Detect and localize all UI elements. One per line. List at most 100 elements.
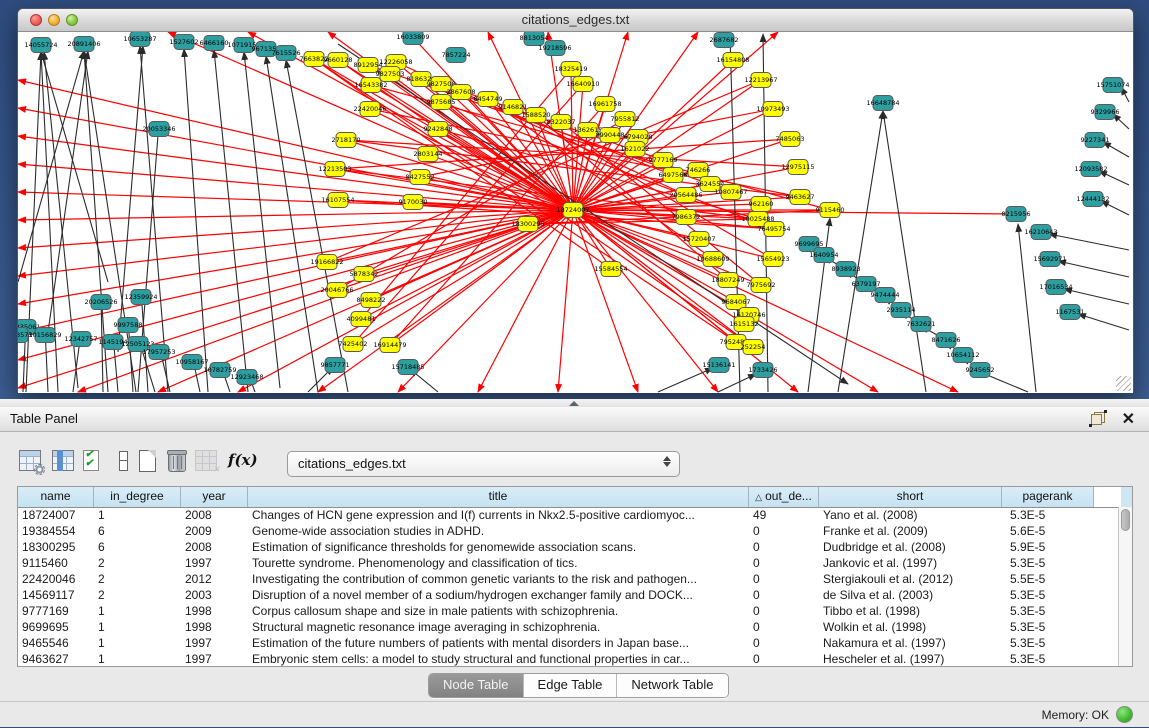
graph-node[interactable]: 7425402 — [339, 337, 368, 352]
graph-node[interactable]: 8498222 — [357, 293, 386, 308]
graph-node[interactable]: 14055724 — [24, 38, 57, 53]
graph-node[interactable]: 1733426 — [749, 363, 778, 378]
table-row[interactable]: 1872400712008Changes of HCN gene express… — [18, 507, 1119, 523]
graph-node[interactable]: 4099481 — [347, 312, 376, 327]
column-header-out_de[interactable]: △out_de... — [749, 487, 819, 507]
graph-node[interactable]: 6466160 — [200, 36, 229, 51]
graph-node[interactable]: 7975692 — [747, 278, 776, 293]
graph-node[interactable]: 2803144 — [414, 147, 443, 162]
graph-node[interactable]: 15751074 — [1096, 78, 1129, 93]
delete-table-button[interactable] — [195, 450, 217, 471]
table-row[interactable]: 2242004622012Investigating the contribut… — [18, 571, 1119, 587]
graph-node[interactable]: 9474444 — [871, 288, 900, 303]
graph-node[interactable]: 1621022 — [621, 142, 650, 157]
graph-node[interactable]: 8427552 — [406, 170, 435, 185]
graph-node[interactable]: 16154808 — [716, 53, 749, 68]
graph-node[interactable]: 15692971 — [1033, 252, 1066, 267]
graph-node[interactable]: 16107554 — [321, 193, 354, 208]
citation-network-graph[interactable]: 1405572420891406106532871527602646616010… — [18, 32, 1133, 393]
tab-node-table[interactable]: Node Table — [429, 674, 524, 697]
table-row[interactable]: 911546021997Tourette syndrome. Phenomeno… — [18, 555, 1119, 571]
tab-edge-table[interactable]: Edge Table — [524, 674, 618, 697]
table-row[interactable]: 1938455462009Genome-wide association stu… — [18, 523, 1119, 539]
graph-node[interactable]: 252254 — [741, 340, 766, 355]
graph-node[interactable]: 16961758 — [588, 97, 621, 112]
graph-node[interactable]: 9245652 — [966, 363, 995, 378]
graph-node[interactable]: 10653287 — [123, 32, 156, 47]
table-vertical-scrollbar[interactable] — [1118, 507, 1132, 666]
graph-node[interactable]: 16914479 — [373, 338, 406, 353]
graph-node[interactable]: 8215956 — [1002, 207, 1031, 222]
graph-node[interactable]: 10654112 — [946, 348, 979, 363]
graph-node[interactable]: 2687682 — [710, 33, 739, 48]
function-builder-button[interactable]: f(x) — [228, 451, 258, 469]
graph-node[interactable]: 2718170 — [332, 133, 361, 148]
column-header-title[interactable]: title — [248, 487, 749, 507]
column-header-short[interactable]: short — [819, 487, 1002, 507]
graph-node[interactable]: 16033809 — [396, 32, 429, 45]
network-canvas[interactable]: 1405572420891406106532871527602646616010… — [18, 32, 1133, 393]
table-mode-button[interactable] — [19, 450, 41, 471]
memory-ok-indicator[interactable] — [1116, 706, 1133, 723]
scrollbar-thumb[interactable] — [1121, 509, 1130, 531]
graph-node[interactable]: 7955812 — [611, 112, 640, 127]
graph-node[interactable]: 16648784 — [866, 96, 899, 111]
graph-node[interactable]: 8471626 — [932, 333, 961, 348]
delete-column-button[interactable] — [166, 450, 188, 471]
graph-node[interactable]: 20046766 — [320, 283, 353, 298]
column-header-in_degree[interactable]: in_degree — [94, 487, 181, 507]
graph-node[interactable]: 12975115 — [781, 160, 814, 175]
graph-node[interactable]: 8990448 — [596, 128, 625, 143]
table-row[interactable]: 946554611997Estimation of the future num… — [18, 635, 1119, 651]
show-column-button[interactable] — [52, 450, 74, 471]
graph-node[interactable]: 20206526 — [84, 295, 117, 310]
graph-node[interactable]: 12342757 — [64, 332, 97, 347]
graph-node[interactable]: 17016534 — [1039, 280, 1072, 295]
table-row[interactable]: 977716911998Corpus callosum shape and si… — [18, 603, 1119, 619]
select-all-button[interactable]: ✔✔ — [83, 450, 99, 471]
graph-node[interactable]: 7857224 — [442, 48, 471, 63]
graph-node[interactable]: 9660128 — [324, 53, 353, 68]
table-row[interactable]: 969969511998Structural magnetic resonanc… — [18, 619, 1119, 635]
column-header-year[interactable]: year — [181, 487, 248, 507]
graph-node[interactable]: 16210643 — [1024, 225, 1057, 240]
graph-node[interactable]: 10688609 — [696, 252, 729, 267]
graph-node[interactable]: 7615526 — [272, 46, 301, 61]
graph-node[interactable]: 746266 — [686, 163, 711, 178]
graph-node[interactable]: 9329966 — [1091, 105, 1120, 120]
graph-node[interactable]: 9857771 — [321, 358, 350, 373]
graph-node[interactable]: 8322037 — [547, 115, 576, 130]
graph-node[interactable]: 12093582 — [1074, 162, 1107, 177]
graph-node[interactable]: 9170030 — [399, 195, 428, 210]
graph-node[interactable]: 1167531 — [1056, 305, 1085, 320]
graph-node[interactable]: 12444132 — [1076, 192, 1109, 207]
table-select-dropdown[interactable]: citations_edges.txt — [287, 451, 680, 477]
graph-node[interactable]: 8938923 — [832, 262, 861, 277]
graph-node[interactable]: 9997588 — [114, 318, 143, 333]
graph-node[interactable]: 15654923 — [756, 252, 789, 267]
graph-node[interactable]: 9777169 — [649, 153, 678, 168]
graph-node[interactable]: 1615132 — [730, 317, 759, 332]
window-titlebar[interactable]: citations_edges.txt — [18, 9, 1133, 32]
table-row[interactable]: 1830029562008Estimation of significance … — [18, 539, 1119, 555]
graph-node[interactable]: 9463627 — [786, 190, 815, 205]
graph-node[interactable]: 1640954 — [810, 248, 839, 263]
close-panel-icon[interactable]: ✕ — [1122, 409, 1135, 429]
column-header-pagerank[interactable]: pagerank — [1002, 487, 1094, 507]
graph-node[interactable]: 18325419 — [554, 62, 587, 77]
graph-node[interactable]: 9115460 — [816, 203, 845, 218]
graph-node[interactable]: 962160 — [749, 197, 774, 212]
graph-node[interactable]: 9875685 — [427, 95, 456, 110]
float-panel-icon[interactable] — [1091, 412, 1105, 425]
column-header-name[interactable]: name — [18, 487, 94, 507]
graph-node[interactable]: 9242848 — [424, 122, 453, 137]
graph-node[interactable]: 7485063 — [776, 132, 805, 147]
graph-node[interactable]: 6497568 — [659, 168, 688, 183]
window-resize-grip[interactable] — [1116, 376, 1131, 391]
graph-node[interactable]: 15584554 — [594, 262, 627, 277]
graph-node[interactable]: 5878342 — [350, 267, 379, 282]
graph-node[interactable]: 2935114 — [887, 303, 916, 318]
graph-node[interactable]: 7986372 — [672, 210, 701, 225]
tab-network-table[interactable]: Network Table — [617, 674, 727, 697]
graph-node[interactable]: 7632621 — [907, 317, 936, 332]
